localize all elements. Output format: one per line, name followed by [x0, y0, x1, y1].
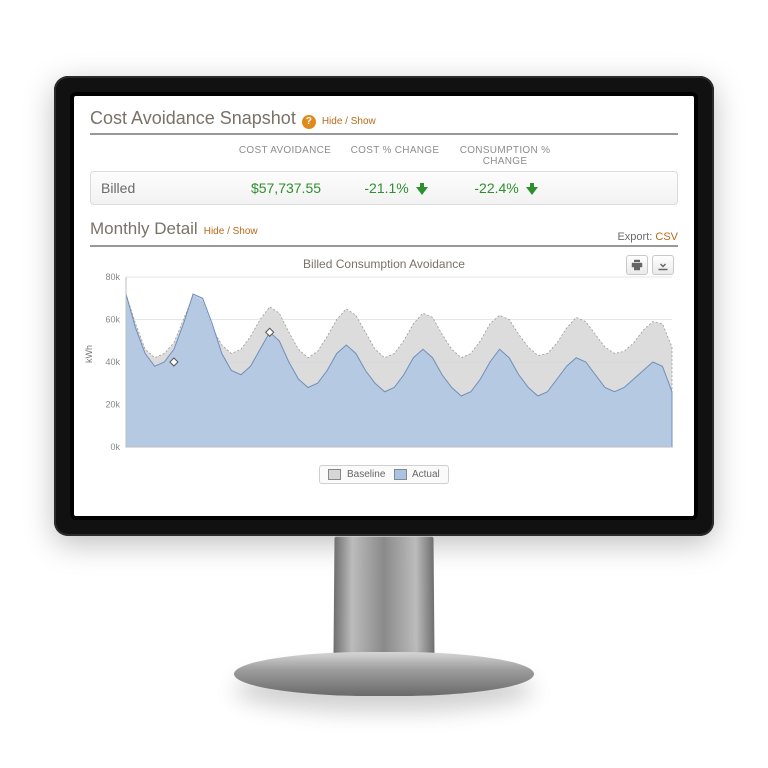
legend-label-baseline: Baseline [347, 469, 385, 480]
chart-svg: 0k 20k 40k 60k 80k [90, 271, 678, 461]
svg-text:60k: 60k [105, 315, 120, 325]
kpi-cost-pct: -21.1% [341, 180, 451, 196]
detail-toggle[interactable]: Hide / Show [204, 226, 258, 237]
monitor-frame: Cost Avoidance Snapshot ? Hide / Show CO… [54, 76, 714, 536]
y-axis-label: kWh [84, 345, 94, 363]
detail-divider [90, 245, 678, 247]
monitor-stand-base [234, 652, 534, 696]
snapshot-title: Cost Avoidance Snapshot [90, 108, 296, 129]
snapshot-section-header: Cost Avoidance Snapshot ? Hide / Show [90, 108, 678, 135]
export-block: Export: CSV [617, 231, 678, 243]
kpi-cons-pct-value: -22.4% [474, 180, 518, 196]
kpi-headers: COST AVOIDANCE COST % CHANGE CONSUMPTION… [90, 145, 678, 167]
download-button[interactable] [652, 255, 674, 275]
kpi-cost-avoidance: $57,737.55 [231, 180, 341, 196]
kpi-row-label: Billed [101, 180, 231, 196]
kpi-header-cost-avoidance: COST AVOIDANCE [230, 145, 340, 167]
screen: Cost Avoidance Snapshot ? Hide / Show CO… [74, 96, 694, 516]
legend-swatch-baseline [328, 469, 341, 480]
svg-text:80k: 80k [105, 272, 120, 282]
legend-swatch-actual [394, 469, 407, 480]
print-button[interactable] [626, 255, 648, 275]
export-csv-link[interactable]: CSV [655, 231, 678, 243]
kpi-row-billed: Billed $57,737.55 -21.1% -22.4% [90, 171, 678, 205]
snapshot-toggle[interactable]: Hide / Show [322, 116, 376, 127]
chart-legend: Baseline Actual [319, 465, 449, 484]
export-label: Export: [617, 231, 652, 243]
detail-title: Monthly Detail [90, 219, 198, 239]
arrow-down-icon [416, 180, 428, 196]
svg-text:0k: 0k [110, 442, 120, 452]
svg-text:40k: 40k [105, 357, 120, 367]
svg-text:20k: 20k [105, 400, 120, 410]
kpi-cons-pct: -22.4% [451, 180, 561, 196]
kpi-header-cost-pct: COST % CHANGE [340, 145, 450, 167]
kpi-header-cons-pct: CONSUMPTION % CHANGE [450, 145, 560, 167]
help-icon[interactable]: ? [302, 115, 316, 129]
monitor-stand-neck [333, 537, 434, 657]
detail-section-header: Monthly Detail Hide / Show [90, 219, 617, 243]
kpi-cost-pct-value: -21.1% [364, 180, 408, 196]
chart-title: Billed Consumption Avoidance [90, 253, 678, 271]
legend-label-actual: Actual [412, 469, 440, 480]
arrow-down-icon [526, 180, 538, 196]
chart-container: Billed Consumption Avoidance kWh 0k20k40… [90, 253, 678, 485]
